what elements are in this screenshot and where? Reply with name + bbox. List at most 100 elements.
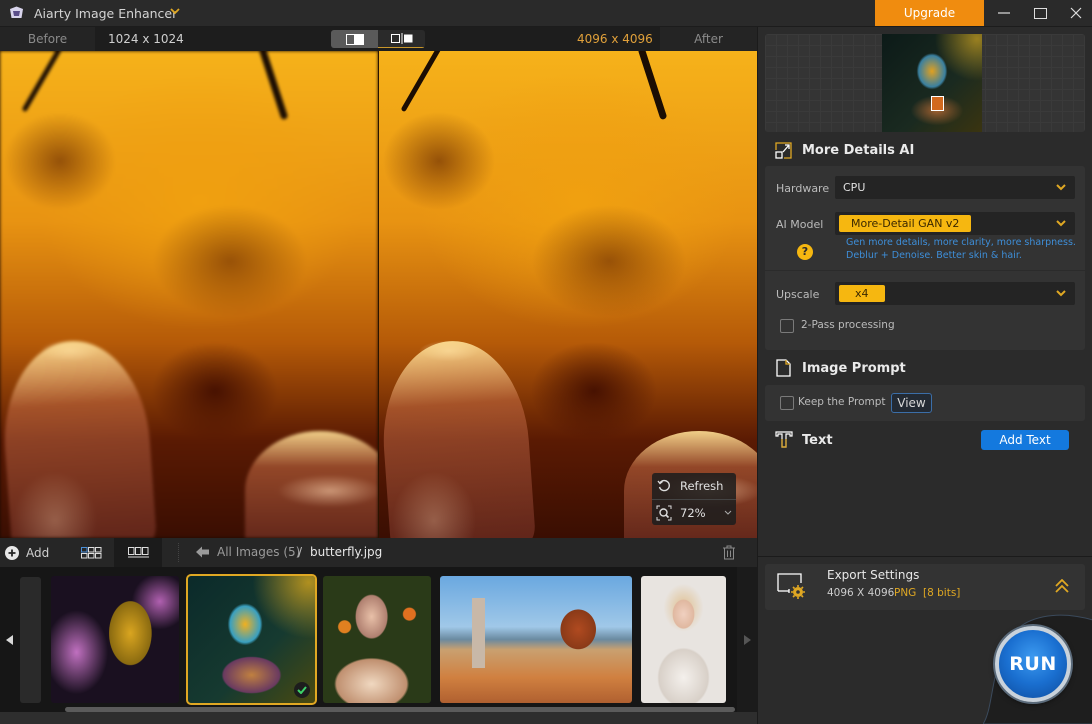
navigator-preview[interactable]: [765, 34, 1085, 132]
after-label: After: [660, 27, 757, 51]
side-by-side-button[interactable]: [378, 30, 425, 48]
gallery-toolbar: Add All Images (5) / butterfly.jpg: [0, 538, 757, 567]
close-icon: [1070, 7, 1082, 19]
prompt-card: Keep the Prompt View: [765, 385, 1085, 421]
image-content: [379, 51, 757, 538]
after-size: 4096 x 4096: [577, 32, 653, 46]
export-settings[interactable]: Export Settings 4096 X 4096 PNG [8 bits]: [765, 564, 1085, 610]
section-title-ai: More Details AI: [802, 143, 915, 158]
chevron-down-icon[interactable]: [169, 5, 181, 17]
thumbnail-bird[interactable]: [51, 576, 179, 703]
view-mode-toggle: [331, 30, 425, 48]
navigator-thumbnail: [882, 34, 982, 132]
upscale-value: x4: [839, 285, 885, 302]
strip-view-icon: [127, 547, 149, 558]
export-settings-icon: [777, 573, 805, 599]
add-images-button[interactable]: Add: [0, 538, 65, 567]
title-bar: Aiarty Image Enhancer Upgrade available: [0, 0, 1092, 46]
triangle-left-icon: [6, 634, 13, 645]
before-image[interactable]: [0, 51, 378, 538]
triangle-right-icon: [743, 634, 751, 645]
grid-view-button[interactable]: [68, 538, 114, 567]
toolbar-divider: [178, 543, 179, 562]
ai-model-description: Gen more details, more clarity, more sha…: [846, 236, 1081, 262]
status-bar: [0, 712, 757, 724]
side-by-side-icon: [390, 33, 412, 44]
ai-model-value: More-Detail GAN v2: [839, 215, 972, 232]
close-button[interactable]: [1058, 0, 1092, 26]
run-button[interactable]: RUN: [995, 626, 1071, 702]
thumbnail-butterfly[interactable]: [186, 574, 317, 705]
upscale-dropdown[interactable]: x4: [835, 282, 1075, 305]
chevron-down-icon: [1056, 184, 1066, 191]
export-title: Export Settings: [827, 568, 920, 582]
export-size: 4096 X 4096: [827, 587, 895, 599]
split-view-icon: [345, 33, 364, 45]
zoom-value: 72%: [680, 505, 706, 520]
thumbnail-placeholder: [20, 577, 41, 703]
split-view-button[interactable]: [331, 30, 378, 48]
maximize-button[interactable]: [1022, 0, 1058, 26]
breadcrumb-all-images[interactable]: All Images (5): [217, 545, 300, 559]
grid-view-icon: [80, 546, 101, 558]
app-window: Aiarty Image Enhancer Upgrade available …: [0, 0, 1092, 724]
before-label: Before: [0, 27, 95, 51]
thumbnail-woman-in-flowers[interactable]: [323, 576, 431, 703]
model-desc-line: Deblur + Denoise. Better skin & hair.: [846, 250, 1022, 261]
minimize-icon: [998, 12, 1010, 14]
image-content: [0, 51, 378, 538]
ai-settings-card: Hardware CPU AI Model More-Detail GAN v2…: [765, 166, 1085, 350]
model-desc-line: Gen more details, more clarity, more sha…: [846, 237, 1076, 248]
compare-header: Before 1024 x 1024 4096 x 4096 After: [0, 27, 757, 51]
maximize-icon: [1033, 7, 1047, 19]
settings-panel: More Details AI Hardware CPU AI Model Mo…: [757, 27, 1092, 724]
minimize-button[interactable]: [986, 0, 1022, 26]
add-label: Add: [26, 545, 50, 560]
section-title-prompt: Image Prompt: [802, 361, 906, 376]
hardware-value: CPU: [843, 181, 866, 194]
two-pass-label: 2-Pass processing: [801, 319, 895, 331]
scroll-left-button[interactable]: [0, 567, 20, 712]
scroll-right-button[interactable]: [737, 567, 757, 712]
refresh-icon: [657, 479, 670, 492]
image-viewport[interactable]: Refresh 72%: [0, 51, 757, 538]
keep-prompt-checkbox[interactable]: [780, 396, 794, 410]
ai-model-label: AI Model: [776, 218, 824, 231]
double-chevron-up-icon: [1055, 579, 1069, 593]
upscale-label: Upscale: [776, 288, 820, 301]
document-icon: [776, 359, 791, 377]
after-image[interactable]: [379, 51, 757, 538]
hardware-dropdown[interactable]: CPU: [835, 176, 1075, 199]
thumbnail-florence-cathedral[interactable]: [440, 576, 632, 703]
breadcrumb-separator: /: [298, 545, 303, 559]
breadcrumb-current-file: butterfly.jpg: [310, 545, 383, 559]
upgrade-button[interactable]: Upgrade available: [875, 0, 984, 46]
export-format: PNG: [894, 587, 917, 599]
view-prompt-button[interactable]: View: [891, 393, 932, 413]
strip-view-button[interactable]: [114, 538, 162, 567]
card-divider: [765, 270, 1085, 271]
processed-check-icon: [294, 682, 310, 698]
before-size: 1024 x 1024: [108, 32, 184, 46]
back-arrow-icon[interactable]: [196, 546, 210, 558]
two-pass-checkbox[interactable]: [780, 319, 794, 333]
help-icon[interactable]: ?: [797, 244, 813, 260]
chevron-down-icon: [1056, 290, 1066, 297]
ai-model-dropdown[interactable]: More-Detail GAN v2: [835, 212, 1075, 235]
thumbnail-bride[interactable]: [641, 576, 726, 703]
zoom-dropdown[interactable]: 72%: [652, 499, 736, 525]
enhance-resize-icon: [775, 142, 792, 159]
plus-circle-icon: [5, 545, 19, 560]
thumbnail-strip: [0, 567, 757, 712]
section-title-text: Text: [802, 433, 833, 448]
panel-divider: [758, 556, 1092, 557]
run-area: RUN: [983, 610, 1092, 724]
text-tool-icon: [775, 431, 793, 448]
app-title: Aiarty Image Enhancer: [34, 6, 178, 21]
navigator-viewport-rect[interactable]: [931, 96, 944, 111]
trash-icon[interactable]: [722, 545, 736, 560]
refresh-label: Refresh: [680, 479, 724, 493]
add-text-button[interactable]: Add Text: [981, 430, 1069, 450]
refresh-button[interactable]: Refresh: [652, 473, 736, 499]
keep-prompt-label: Keep the Prompt: [798, 396, 886, 408]
